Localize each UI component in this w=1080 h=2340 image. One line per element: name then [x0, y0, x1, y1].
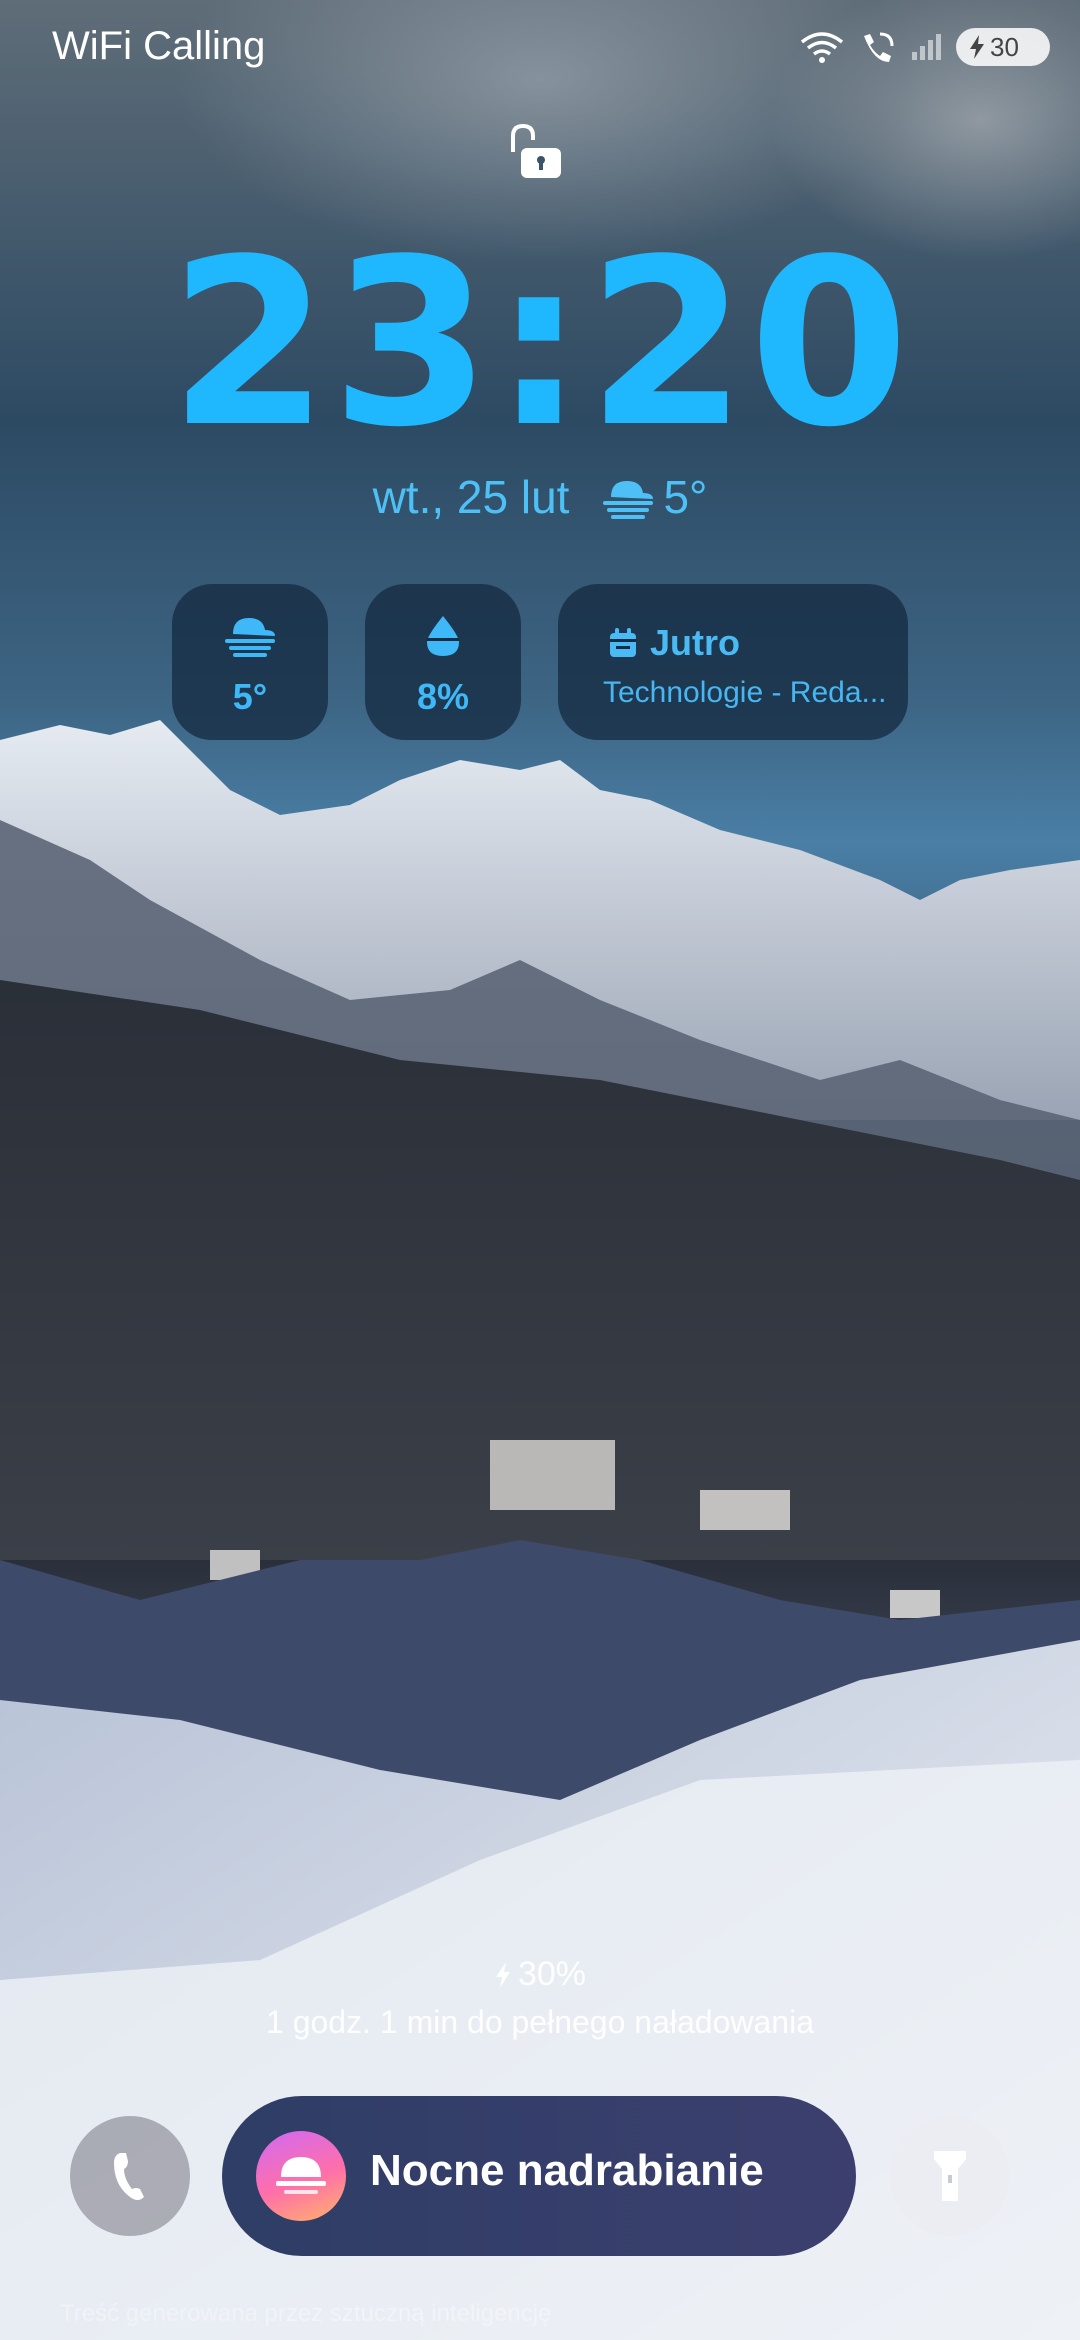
- charging-percent-row: 30%: [0, 1955, 1080, 1994]
- lock-screen-clock[interactable]: 23:20: [0, 230, 1080, 460]
- calendar-widget-title: Jutro: [650, 622, 740, 663]
- header-weather[interactable]: 5°: [599, 470, 707, 524]
- status-icons: 30: [800, 28, 1050, 66]
- calendar-widget-header: Jutro: [608, 622, 740, 664]
- routine-label: Nocne nadrabianie: [370, 2146, 764, 2195]
- precipitation-widget[interactable]: 8%: [365, 584, 521, 740]
- wifi-calling-icon: [864, 32, 894, 62]
- charging-eta: 1 godz. 1 min do pełnego naładowania: [266, 2004, 814, 2040]
- date-label: wt., 25 lut: [372, 471, 570, 523]
- calendar-widget-event: Technologie - Reda...: [603, 676, 887, 709]
- battery-indicator: 30: [956, 28, 1050, 66]
- fog-icon: [603, 481, 654, 519]
- fog-icon: [225, 618, 275, 657]
- phone-icon: [114, 2153, 144, 2200]
- ai-content-footer: Treść generowana przez sztuczną intelige…: [60, 2300, 552, 2327]
- carrier-label: WiFi Calling: [52, 24, 266, 68]
- sunset-icon: [256, 2131, 346, 2221]
- status-bar: WiFi Calling 30: [0, 0, 1080, 100]
- unlocked-padlock-icon[interactable]: [505, 122, 565, 182]
- phone-shortcut-button[interactable]: [70, 2116, 190, 2236]
- charging-info: 30% 1 godz. 1 min do pełnego naładowania: [0, 1955, 1080, 2041]
- weather-widget[interactable]: 5°: [172, 584, 328, 740]
- raindrop-icon: [427, 616, 459, 656]
- signal-icon: [912, 34, 941, 60]
- flashlight-shortcut-button[interactable]: [890, 2116, 1010, 2236]
- battery-level: 30: [990, 31, 1019, 62]
- wifi-icon: [800, 32, 844, 63]
- flashlight-icon: [934, 2151, 966, 2201]
- calendar-widget[interactable]: Jutro Technologie - Reda...: [558, 584, 908, 740]
- routine-suggestion-button[interactable]: Nocne nadrabianie: [222, 2096, 856, 2256]
- header-temperature: 5°: [663, 471, 708, 523]
- weather-widget-value: 5°: [232, 676, 268, 717]
- charging-bolt-icon: [970, 35, 984, 59]
- date-weather-line: wt., 25 lut 5°: [0, 470, 1080, 524]
- charging-percent: 30%: [517, 1955, 587, 1993]
- precipitation-widget-value: 8%: [416, 676, 470, 717]
- charging-bolt-icon: [495, 1961, 510, 1988]
- calendar-icon: [610, 628, 636, 657]
